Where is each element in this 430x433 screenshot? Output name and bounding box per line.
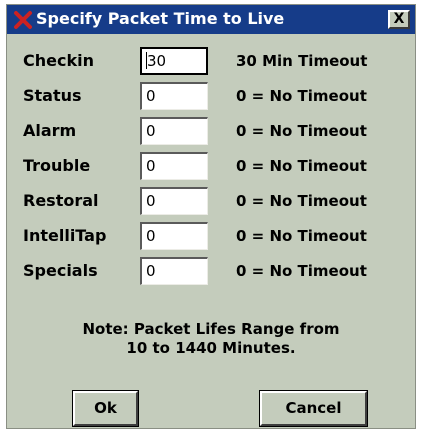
ok-button[interactable]: Ok <box>72 390 139 427</box>
specials-input[interactable]: 0 <box>140 257 208 285</box>
restoral-label: Restoral <box>23 191 99 210</box>
status-value: 0 <box>146 87 156 105</box>
close-button[interactable]: X <box>388 10 410 29</box>
specials-note: 0 = No Timeout <box>236 262 367 280</box>
status-label: Status <box>23 86 82 105</box>
trouble-input[interactable]: 0 <box>140 152 208 180</box>
intellitap-value: 0 <box>146 227 156 245</box>
status-note: 0 = No Timeout <box>236 87 367 105</box>
restoral-note: 0 = No Timeout <box>236 192 367 210</box>
alarm-value: 0 <box>146 122 156 140</box>
dialog-title: Specify Packet Time to Live <box>36 9 285 28</box>
specials-label: Specials <box>23 261 98 280</box>
trouble-label: Trouble <box>23 156 91 175</box>
alarm-input[interactable]: 0 <box>140 117 208 145</box>
alarm-label: Alarm <box>23 121 77 140</box>
intellitap-note: 0 = No Timeout <box>236 227 367 245</box>
range-note-line-1: Note: Packet Lifes Range from <box>82 320 340 338</box>
field-row-intellitap: IntelliTap 0 0 = No Timeout <box>7 220 415 252</box>
title-bar[interactable]: Specify Packet Time to Live X <box>7 5 415 34</box>
intellitap-input[interactable]: 0 <box>140 222 208 250</box>
restoral-value: 0 <box>146 192 156 210</box>
field-row-trouble: Trouble 0 0 = No Timeout <box>7 150 415 182</box>
trouble-value: 0 <box>146 157 156 175</box>
packet-ttl-dialog: Specify Packet Time to Live X Checkin 30… <box>6 4 416 429</box>
alarm-note: 0 = No Timeout <box>236 122 367 140</box>
restoral-input[interactable]: 0 <box>140 187 208 215</box>
checkin-value: 30 <box>147 52 167 70</box>
range-note-line-2: 10 to 1440 Minutes. <box>126 339 296 357</box>
field-row-alarm: Alarm 0 0 = No Timeout <box>7 115 415 147</box>
field-row-restoral: Restoral 0 0 = No Timeout <box>7 185 415 217</box>
red-x-icon <box>13 10 33 30</box>
status-input[interactable]: 0 <box>140 82 208 110</box>
checkin-label: Checkin <box>23 51 94 70</box>
range-note: Note: Packet Lifes Range from 10 to 1440… <box>7 320 415 358</box>
cancel-button[interactable]: Cancel <box>259 390 368 427</box>
field-row-specials: Specials 0 0 = No Timeout <box>7 255 415 287</box>
checkin-note: 30 Min Timeout <box>236 52 368 70</box>
intellitap-label: IntelliTap <box>23 226 107 245</box>
checkin-input[interactable]: 30 <box>140 47 208 75</box>
field-row-status: Status 0 0 = No Timeout <box>7 80 415 112</box>
field-row-checkin: Checkin 30 30 Min Timeout <box>7 45 415 77</box>
specials-value: 0 <box>146 262 156 280</box>
trouble-note: 0 = No Timeout <box>236 157 367 175</box>
